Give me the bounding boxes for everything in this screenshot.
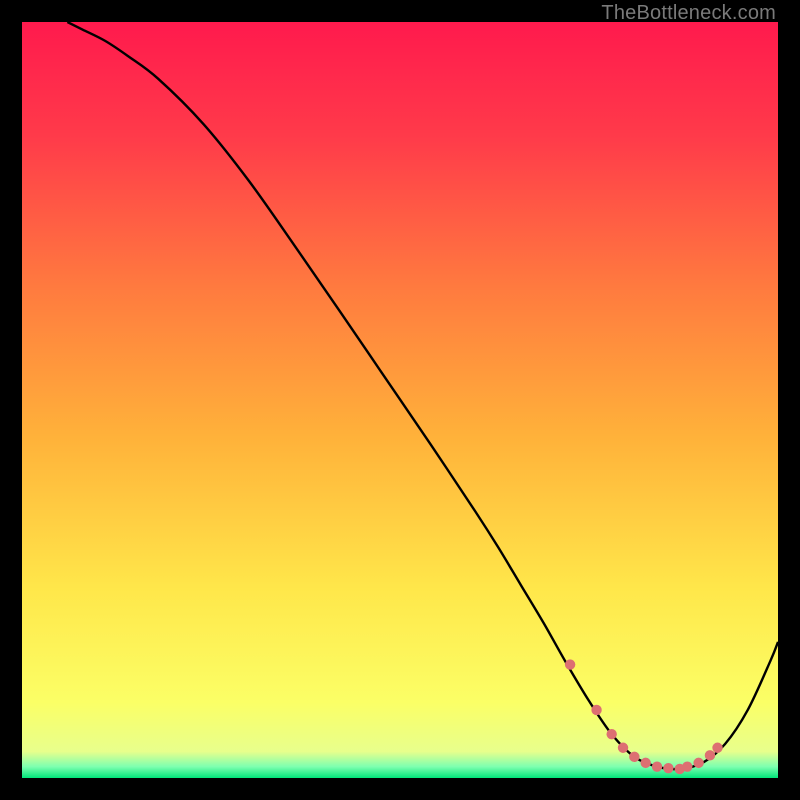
marker-point	[663, 763, 673, 773]
bottleneck-chart	[22, 22, 778, 778]
watermark-text: TheBottleneck.com	[601, 2, 776, 25]
marker-point	[652, 761, 662, 771]
marker-point	[712, 743, 722, 753]
marker-point	[606, 729, 616, 739]
marker-point	[705, 750, 715, 760]
marker-point	[629, 752, 639, 762]
marker-point	[565, 659, 575, 669]
marker-point	[682, 761, 692, 771]
marker-point	[641, 758, 651, 768]
marker-point	[618, 743, 628, 753]
marker-point	[591, 705, 601, 715]
chart-frame	[22, 22, 778, 778]
marker-point	[693, 758, 703, 768]
